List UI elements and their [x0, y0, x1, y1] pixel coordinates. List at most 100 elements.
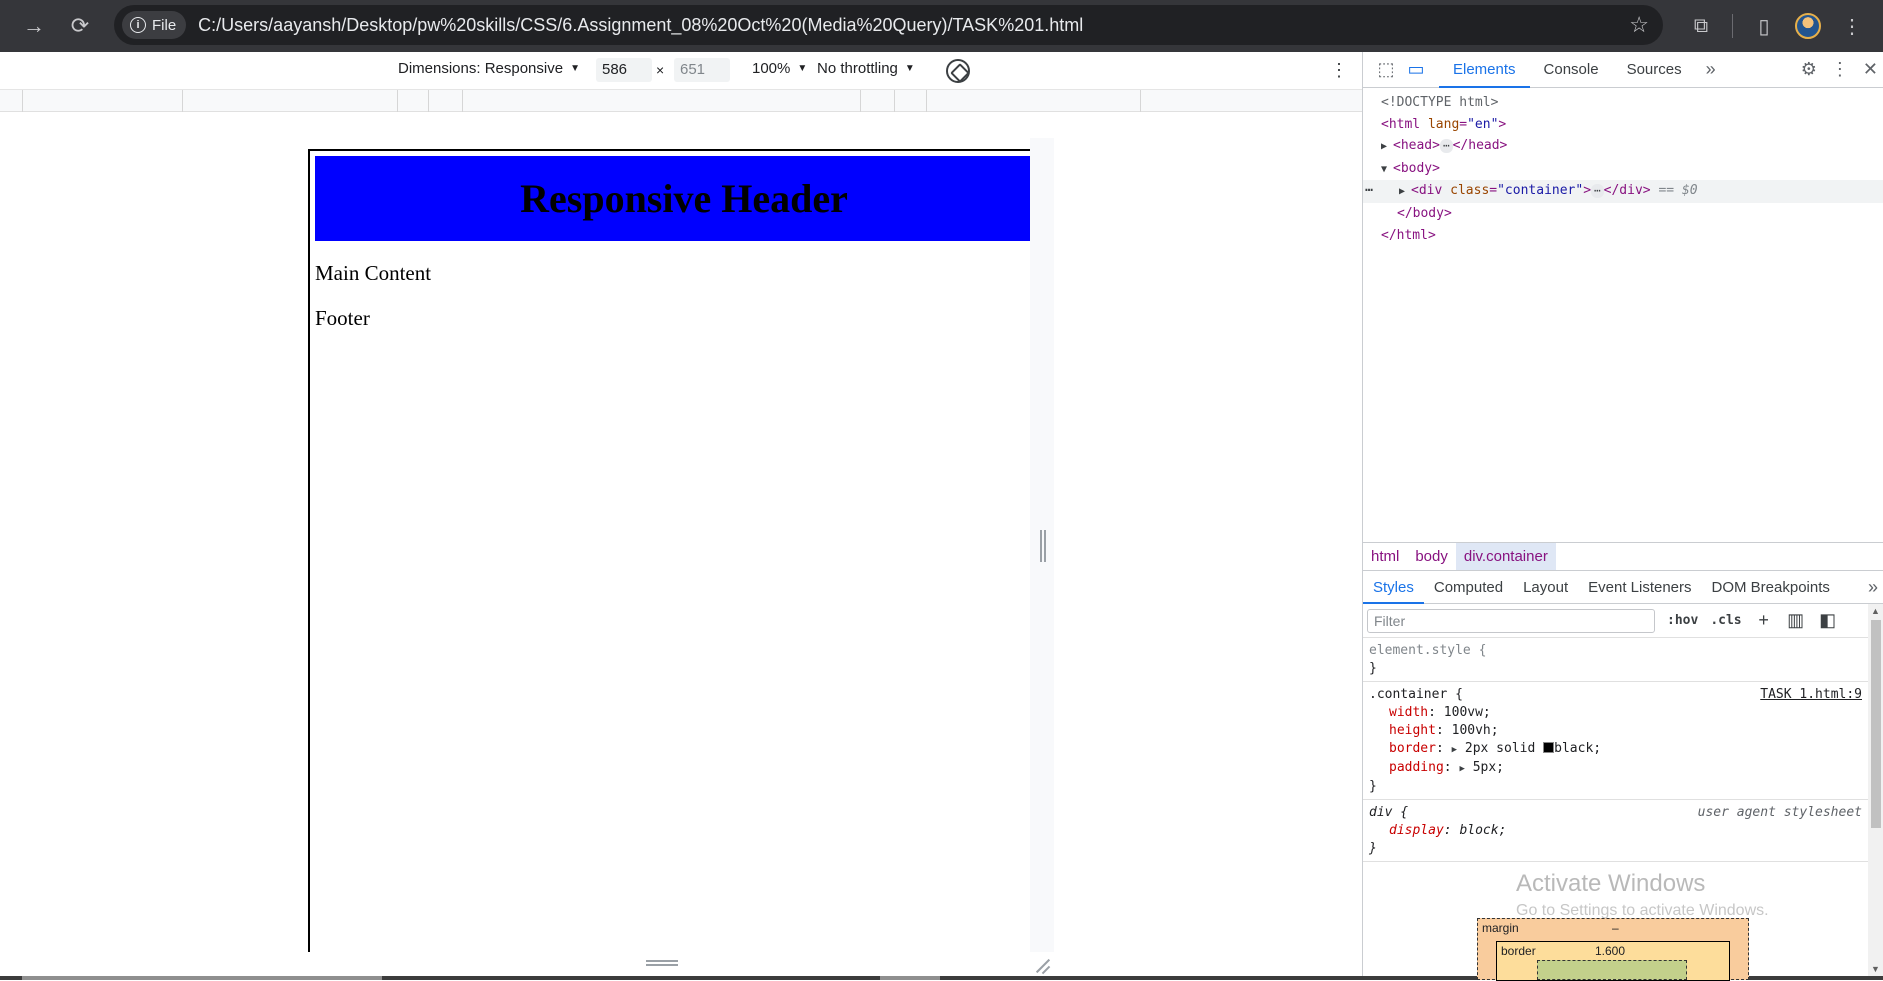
margin-value: –: [1612, 921, 1619, 935]
html-close-tag: </html>: [1381, 227, 1436, 243]
devtools-panel: ⬚ ▭ Elements Console Sources » ⚙ ⋮ ✕ <!D…: [1362, 52, 1883, 981]
page-header-title: Responsive Header: [520, 176, 848, 221]
toolbar-right-actions: ⧉ ▯ ⋮: [1684, 0, 1883, 52]
styles-filter-input[interactable]: Filter: [1367, 608, 1655, 633]
page-footer: Footer: [315, 306, 370, 330]
decl-padding[interactable]: padding: ▶ 5px;: [1369, 759, 1862, 778]
extensions-icon[interactable]: ⧉: [1684, 9, 1718, 43]
settings-gear-icon[interactable]: ⚙: [1801, 59, 1817, 80]
collapse-triangle-icon[interactable]: ▼: [1381, 159, 1393, 181]
sidebar-toggle-icon[interactable]: ◧: [1818, 610, 1838, 631]
dom-node-html-close[interactable]: </html>: [1363, 225, 1883, 247]
profile-avatar[interactable]: [1795, 13, 1821, 39]
zoom-label: 100%: [752, 60, 791, 77]
dom-node-body-close[interactable]: </body>: [1363, 203, 1883, 225]
reload-icon[interactable]: ⟳: [58, 4, 102, 48]
tab-computed[interactable]: Computed: [1424, 571, 1513, 604]
styles-subtabs: Styles Computed Layout Event Listeners D…: [1363, 570, 1883, 604]
decl-height[interactable]: height: 100vh;: [1369, 722, 1862, 740]
dimensions-dropdown[interactable]: Dimensions: Responsive: [398, 60, 580, 77]
page-header: Responsive Header: [315, 156, 1030, 241]
hover-state-button[interactable]: :hov: [1667, 613, 1698, 628]
browser-toolbar: → ⟳ i File C:/Users/aayansh/Desktop/pw%2…: [0, 0, 1883, 52]
breadcrumb-body[interactable]: body: [1407, 543, 1456, 570]
box-model-border[interactable]: border 1.600: [1496, 941, 1730, 981]
url-text[interactable]: C:/Users/aayansh/Desktop/pw%20skills/CSS…: [198, 15, 1083, 36]
dom-node-div-container[interactable]: ⋯ ▶ <div class="container"> ⋯ </div> == $0: [1363, 180, 1883, 203]
inspect-element-icon[interactable]: ⬚: [1371, 52, 1401, 88]
device-viewport: Responsive Header Main Content Footer: [0, 112, 1362, 976]
node-actions-icon[interactable]: ⋯: [1365, 180, 1373, 202]
dom-node-head[interactable]: ▶ <head> ⋯ </head>: [1363, 135, 1883, 158]
box-model-padding[interactable]: [1537, 960, 1687, 980]
border-value: 1.600: [1595, 944, 1626, 958]
collapsed-ellipsis-icon[interactable]: ⋯: [1439, 138, 1453, 153]
tab-elements[interactable]: Elements: [1439, 52, 1530, 88]
new-rule-icon[interactable]: +: [1754, 610, 1774, 631]
site-info-chip[interactable]: i File: [122, 11, 187, 39]
width-resize-handle[interactable]: [1040, 530, 1046, 562]
class-toggle-button[interactable]: .cls: [1710, 613, 1741, 628]
tab-dom-breakpoints[interactable]: DOM Breakpoints: [1702, 571, 1840, 604]
color-swatch[interactable]: [1543, 742, 1555, 753]
bookmark-star-icon[interactable]: ☆: [1629, 12, 1649, 38]
site-chip-label: File: [152, 16, 177, 34]
address-bar[interactable]: i File C:/Users/aayansh/Desktop/pw%20ski…: [114, 5, 1663, 45]
tab-event-listeners[interactable]: Event Listeners: [1578, 571, 1701, 604]
rule-element-style[interactable]: element.style { }: [1363, 638, 1868, 682]
collapsed-ellipsis-icon[interactable]: ⋯: [1591, 183, 1604, 198]
forward-icon[interactable]: →: [12, 4, 56, 48]
html-tag: <html: [1381, 116, 1421, 132]
tab-sources[interactable]: Sources: [1613, 52, 1696, 88]
dom-node-doctype[interactable]: <!DOCTYPE html>: [1363, 92, 1883, 114]
prop-value: 2px solid: [1464, 741, 1536, 756]
tab-layout[interactable]: Layout: [1513, 571, 1578, 604]
side-panel-icon[interactable]: ▯: [1747, 9, 1781, 43]
devtools-menu-icon[interactable]: ⋮: [1831, 59, 1849, 80]
tab-styles[interactable]: Styles: [1363, 571, 1424, 604]
browser-menu-icon[interactable]: ⋮: [1835, 9, 1869, 43]
expand-triangle-icon[interactable]: ▶: [1452, 745, 1457, 755]
device-more-options-icon[interactable]: ⋮: [1330, 60, 1348, 81]
breadcrumb-div-container[interactable]: div.container: [1455, 543, 1556, 570]
rule-div-user-agent[interactable]: div { user agent stylesheet display: blo…: [1363, 800, 1868, 862]
corner-resize-handle[interactable]: [1034, 958, 1050, 974]
rule-source-link[interactable]: TASK 1.html:9: [1760, 686, 1862, 704]
prop-name: height: [1389, 723, 1436, 738]
html-attr-value: "en": [1467, 116, 1499, 132]
height-resize-handle[interactable]: [646, 960, 678, 966]
dom-node-body[interactable]: ▼ <body>: [1363, 158, 1883, 181]
box-model-margin[interactable]: margin – border 1.600: [1477, 918, 1749, 981]
scroll-down-icon[interactable]: ▼: [1871, 964, 1880, 974]
viewport-height-input[interactable]: 651: [674, 58, 730, 82]
decl-width[interactable]: width: 100vw;: [1369, 704, 1862, 722]
more-subtabs-icon[interactable]: »: [1868, 577, 1878, 598]
throttling-dropdown[interactable]: No throttling: [817, 60, 915, 77]
decl-border[interactable]: border: ▶ 2px solid black;: [1369, 740, 1862, 759]
close-icon[interactable]: ✕: [1863, 59, 1878, 80]
toolbar-divider: [1732, 14, 1733, 38]
zoom-dropdown[interactable]: 100%: [752, 60, 807, 77]
scrollbar-thumb[interactable]: [1871, 620, 1881, 828]
prop-value: 100vh;: [1451, 723, 1499, 738]
rule-container[interactable]: .container { TASK 1.html:9 width: 100vw;…: [1363, 682, 1868, 800]
paint-brush-icon[interactable]: ▥: [1786, 610, 1806, 631]
scroll-up-icon[interactable]: ▲: [1871, 606, 1880, 616]
element-style-selector: element.style {: [1369, 643, 1487, 658]
device-toggle-icon[interactable]: ▭: [1401, 52, 1431, 88]
more-tabs-icon[interactable]: »: [1696, 52, 1726, 88]
breadcrumb-html[interactable]: html: [1363, 543, 1407, 570]
page-main-content: Main Content: [315, 261, 432, 285]
rotate-icon[interactable]: [946, 59, 970, 83]
body-close-tag: </body>: [1397, 205, 1452, 221]
viewport-width-input[interactable]: 586: [596, 58, 652, 82]
dom-node-html[interactable]: <html lang="en">: [1363, 114, 1883, 136]
media-query-ruler: [0, 90, 1362, 112]
tab-console[interactable]: Console: [1530, 52, 1613, 88]
expand-triangle-icon[interactable]: ▶: [1399, 181, 1411, 203]
prop-name: width: [1389, 705, 1429, 720]
styles-scrollbar[interactable]: ▲ ▼: [1868, 604, 1883, 976]
expand-triangle-icon[interactable]: ▶: [1459, 764, 1464, 774]
devtools-tabbar: ⬚ ▭ Elements Console Sources » ⚙ ⋮ ✕: [1363, 52, 1883, 88]
expand-triangle-icon[interactable]: ▶: [1381, 136, 1393, 158]
